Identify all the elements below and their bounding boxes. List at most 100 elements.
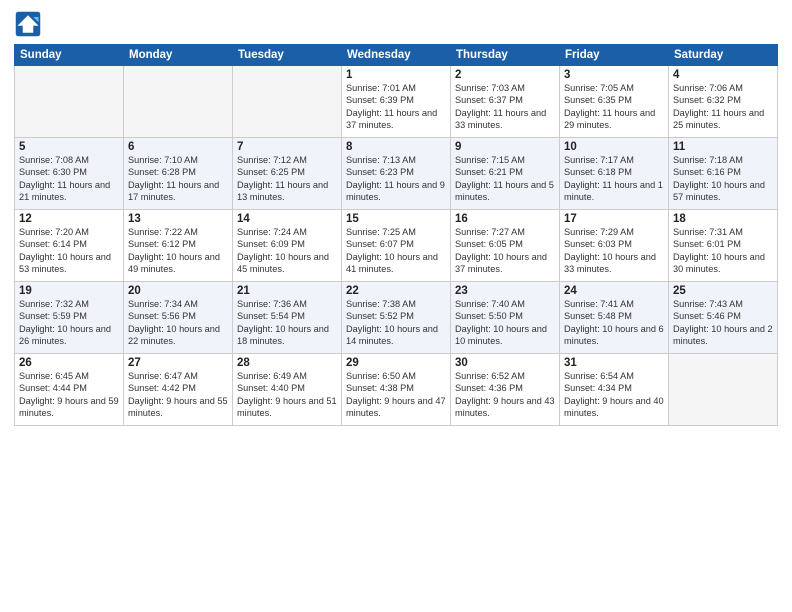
day-info: Sunrise: 7:34 AM Sunset: 5:56 PM Dayligh… — [128, 298, 228, 348]
page: SundayMondayTuesdayWednesdayThursdayFrid… — [0, 0, 792, 612]
day-info: Sunrise: 6:45 AM Sunset: 4:44 PM Dayligh… — [19, 370, 119, 420]
logo — [14, 10, 46, 38]
day-cell: 3Sunrise: 7:05 AM Sunset: 6:35 PM Daylig… — [560, 66, 669, 138]
week-row-5: 26Sunrise: 6:45 AM Sunset: 4:44 PM Dayli… — [15, 354, 778, 426]
col-header-tuesday: Tuesday — [233, 45, 342, 66]
day-cell: 21Sunrise: 7:36 AM Sunset: 5:54 PM Dayli… — [233, 282, 342, 354]
day-cell: 22Sunrise: 7:38 AM Sunset: 5:52 PM Dayli… — [342, 282, 451, 354]
day-cell: 12Sunrise: 7:20 AM Sunset: 6:14 PM Dayli… — [15, 210, 124, 282]
day-number: 23 — [455, 285, 555, 297]
day-number: 16 — [455, 213, 555, 225]
day-number: 14 — [237, 213, 337, 225]
day-cell — [124, 66, 233, 138]
day-info: Sunrise: 7:43 AM Sunset: 5:46 PM Dayligh… — [673, 298, 773, 348]
week-row-1: 1Sunrise: 7:01 AM Sunset: 6:39 PM Daylig… — [15, 66, 778, 138]
day-cell: 31Sunrise: 6:54 AM Sunset: 4:34 PM Dayli… — [560, 354, 669, 426]
day-number: 4 — [673, 69, 773, 81]
day-cell: 15Sunrise: 7:25 AM Sunset: 6:07 PM Dayli… — [342, 210, 451, 282]
day-info: Sunrise: 7:29 AM Sunset: 6:03 PM Dayligh… — [564, 226, 664, 276]
day-info: Sunrise: 6:52 AM Sunset: 4:36 PM Dayligh… — [455, 370, 555, 420]
day-cell — [233, 66, 342, 138]
day-number: 28 — [237, 357, 337, 369]
day-cell: 7Sunrise: 7:12 AM Sunset: 6:25 PM Daylig… — [233, 138, 342, 210]
day-info: Sunrise: 7:25 AM Sunset: 6:07 PM Dayligh… — [346, 226, 446, 276]
day-info: Sunrise: 7:03 AM Sunset: 6:37 PM Dayligh… — [455, 82, 555, 132]
day-info: Sunrise: 7:05 AM Sunset: 6:35 PM Dayligh… — [564, 82, 664, 132]
day-number: 5 — [19, 141, 119, 153]
day-cell — [669, 354, 778, 426]
day-number: 21 — [237, 285, 337, 297]
day-cell: 16Sunrise: 7:27 AM Sunset: 6:05 PM Dayli… — [451, 210, 560, 282]
col-header-monday: Monday — [124, 45, 233, 66]
day-cell: 9Sunrise: 7:15 AM Sunset: 6:21 PM Daylig… — [451, 138, 560, 210]
day-cell: 18Sunrise: 7:31 AM Sunset: 6:01 PM Dayli… — [669, 210, 778, 282]
day-info: Sunrise: 7:40 AM Sunset: 5:50 PM Dayligh… — [455, 298, 555, 348]
day-info: Sunrise: 7:31 AM Sunset: 6:01 PM Dayligh… — [673, 226, 773, 276]
day-info: Sunrise: 7:32 AM Sunset: 5:59 PM Dayligh… — [19, 298, 119, 348]
day-cell: 1Sunrise: 7:01 AM Sunset: 6:39 PM Daylig… — [342, 66, 451, 138]
day-cell: 11Sunrise: 7:18 AM Sunset: 6:16 PM Dayli… — [669, 138, 778, 210]
day-number: 20 — [128, 285, 228, 297]
day-info: Sunrise: 7:24 AM Sunset: 6:09 PM Dayligh… — [237, 226, 337, 276]
day-cell: 2Sunrise: 7:03 AM Sunset: 6:37 PM Daylig… — [451, 66, 560, 138]
day-number: 25 — [673, 285, 773, 297]
day-number: 9 — [455, 141, 555, 153]
day-number: 22 — [346, 285, 446, 297]
day-cell: 13Sunrise: 7:22 AM Sunset: 6:12 PM Dayli… — [124, 210, 233, 282]
day-number: 19 — [19, 285, 119, 297]
day-info: Sunrise: 7:12 AM Sunset: 6:25 PM Dayligh… — [237, 154, 337, 204]
day-info: Sunrise: 7:41 AM Sunset: 5:48 PM Dayligh… — [564, 298, 664, 348]
day-info: Sunrise: 7:18 AM Sunset: 6:16 PM Dayligh… — [673, 154, 773, 204]
header — [14, 10, 778, 38]
day-info: Sunrise: 7:17 AM Sunset: 6:18 PM Dayligh… — [564, 154, 664, 204]
day-number: 10 — [564, 141, 664, 153]
day-info: Sunrise: 7:36 AM Sunset: 5:54 PM Dayligh… — [237, 298, 337, 348]
day-cell: 10Sunrise: 7:17 AM Sunset: 6:18 PM Dayli… — [560, 138, 669, 210]
day-number: 6 — [128, 141, 228, 153]
col-header-thursday: Thursday — [451, 45, 560, 66]
day-number: 3 — [564, 69, 664, 81]
day-number: 2 — [455, 69, 555, 81]
week-row-4: 19Sunrise: 7:32 AM Sunset: 5:59 PM Dayli… — [15, 282, 778, 354]
day-cell: 6Sunrise: 7:10 AM Sunset: 6:28 PM Daylig… — [124, 138, 233, 210]
day-cell: 23Sunrise: 7:40 AM Sunset: 5:50 PM Dayli… — [451, 282, 560, 354]
day-cell: 19Sunrise: 7:32 AM Sunset: 5:59 PM Dayli… — [15, 282, 124, 354]
day-info: Sunrise: 6:54 AM Sunset: 4:34 PM Dayligh… — [564, 370, 664, 420]
day-info: Sunrise: 7:20 AM Sunset: 6:14 PM Dayligh… — [19, 226, 119, 276]
day-number: 30 — [455, 357, 555, 369]
col-header-wednesday: Wednesday — [342, 45, 451, 66]
day-cell: 30Sunrise: 6:52 AM Sunset: 4:36 PM Dayli… — [451, 354, 560, 426]
day-info: Sunrise: 7:08 AM Sunset: 6:30 PM Dayligh… — [19, 154, 119, 204]
day-cell: 29Sunrise: 6:50 AM Sunset: 4:38 PM Dayli… — [342, 354, 451, 426]
col-header-friday: Friday — [560, 45, 669, 66]
day-cell: 5Sunrise: 7:08 AM Sunset: 6:30 PM Daylig… — [15, 138, 124, 210]
day-info: Sunrise: 7:10 AM Sunset: 6:28 PM Dayligh… — [128, 154, 228, 204]
day-info: Sunrise: 6:50 AM Sunset: 4:38 PM Dayligh… — [346, 370, 446, 420]
day-info: Sunrise: 6:49 AM Sunset: 4:40 PM Dayligh… — [237, 370, 337, 420]
day-number: 12 — [19, 213, 119, 225]
day-info: Sunrise: 7:13 AM Sunset: 6:23 PM Dayligh… — [346, 154, 446, 204]
day-info: Sunrise: 7:38 AM Sunset: 5:52 PM Dayligh… — [346, 298, 446, 348]
day-cell: 14Sunrise: 7:24 AM Sunset: 6:09 PM Dayli… — [233, 210, 342, 282]
calendar: SundayMondayTuesdayWednesdayThursdayFrid… — [14, 44, 778, 426]
day-info: Sunrise: 7:15 AM Sunset: 6:21 PM Dayligh… — [455, 154, 555, 204]
day-number: 15 — [346, 213, 446, 225]
day-cell: 25Sunrise: 7:43 AM Sunset: 5:46 PM Dayli… — [669, 282, 778, 354]
day-number: 11 — [673, 141, 773, 153]
header-row: SundayMondayTuesdayWednesdayThursdayFrid… — [15, 45, 778, 66]
day-number: 18 — [673, 213, 773, 225]
day-info: Sunrise: 7:22 AM Sunset: 6:12 PM Dayligh… — [128, 226, 228, 276]
col-header-saturday: Saturday — [669, 45, 778, 66]
day-cell: 17Sunrise: 7:29 AM Sunset: 6:03 PM Dayli… — [560, 210, 669, 282]
day-cell: 20Sunrise: 7:34 AM Sunset: 5:56 PM Dayli… — [124, 282, 233, 354]
day-cell: 26Sunrise: 6:45 AM Sunset: 4:44 PM Dayli… — [15, 354, 124, 426]
day-info: Sunrise: 6:47 AM Sunset: 4:42 PM Dayligh… — [128, 370, 228, 420]
day-number: 27 — [128, 357, 228, 369]
day-number: 24 — [564, 285, 664, 297]
day-number: 7 — [237, 141, 337, 153]
day-number: 1 — [346, 69, 446, 81]
day-cell: 27Sunrise: 6:47 AM Sunset: 4:42 PM Dayli… — [124, 354, 233, 426]
day-cell: 8Sunrise: 7:13 AM Sunset: 6:23 PM Daylig… — [342, 138, 451, 210]
col-header-sunday: Sunday — [15, 45, 124, 66]
day-info: Sunrise: 7:06 AM Sunset: 6:32 PM Dayligh… — [673, 82, 773, 132]
